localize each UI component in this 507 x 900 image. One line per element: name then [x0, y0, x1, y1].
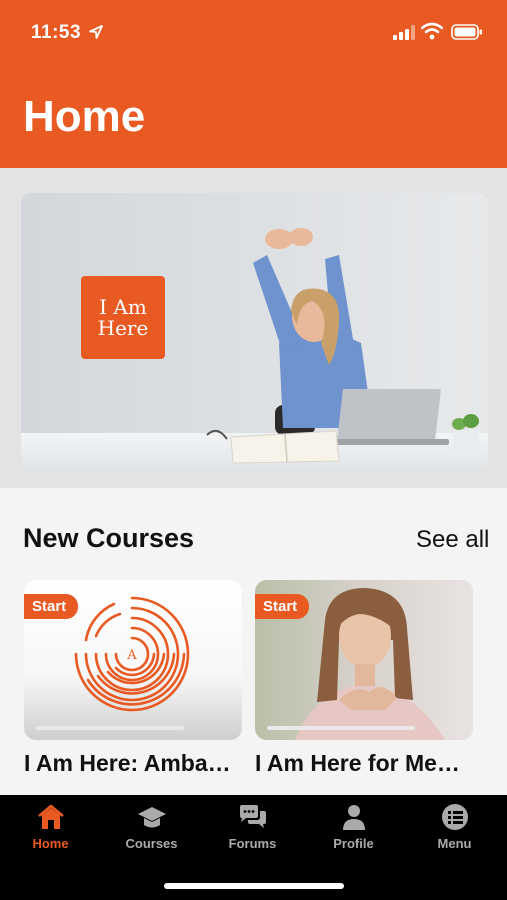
tab-courses[interactable]: Courses: [101, 795, 202, 865]
tab-label: Forums: [228, 836, 277, 851]
tab-label: Menu: [437, 836, 472, 851]
main-content: I Am Here New Courses See all A Start I …: [0, 168, 507, 795]
svg-text:A: A: [126, 648, 137, 663]
logo-line-2: Here: [97, 315, 149, 340]
app-header: 11:53 Home: [0, 0, 507, 168]
hero-banner[interactable]: I Am Here: [21, 193, 488, 470]
course-card-title[interactable]: I Am Here: Amba…: [24, 750, 231, 777]
page-title: Home: [23, 92, 146, 141]
home-indicator[interactable]: [164, 883, 344, 889]
logo-line-1: I Am: [99, 294, 147, 319]
tab-label: Profile: [333, 836, 374, 851]
status-bar: 11:53: [0, 0, 507, 64]
tab-forums[interactable]: Forums: [202, 795, 303, 865]
tab-menu[interactable]: Menu: [404, 795, 505, 865]
course-card[interactable]: A Start: [24, 580, 242, 740]
tab-label: Courses: [125, 836, 178, 851]
i-am-here-logo: I Am Here: [81, 276, 165, 359]
list-icon: [442, 804, 468, 830]
battery-icon: [451, 24, 482, 40]
start-badge: Start: [24, 594, 79, 619]
status-time: 11:53: [31, 22, 82, 43]
chat-bubbles-icon: [240, 805, 266, 828]
new-courses-section: New Courses See all A Start I Am Here: A…: [0, 488, 507, 795]
see-all-link[interactable]: See all: [416, 526, 489, 554]
tab-label: Home: [32, 836, 69, 851]
course-progress-bar: [36, 726, 184, 730]
graduation-cap-icon: [138, 807, 166, 828]
section-title: New Courses: [23, 523, 195, 553]
cellular-signal-icon: [393, 25, 415, 40]
course-card-title[interactable]: I Am Here for Me…: [255, 750, 460, 777]
course-progress-bar: [267, 726, 415, 730]
hero-area: I Am Here: [0, 168, 507, 488]
tab-profile[interactable]: Profile: [303, 795, 404, 865]
person-icon: [343, 805, 365, 830]
start-badge: Start: [255, 594, 310, 619]
tab-home[interactable]: Home: [0, 795, 101, 865]
course-card[interactable]: Start: [255, 580, 473, 740]
home-icon: [38, 804, 64, 829]
location-arrow-icon: [89, 25, 103, 39]
bottom-tab-bar: Home Courses Forums Profile Menu: [0, 795, 507, 900]
wifi-icon: [421, 22, 443, 40]
